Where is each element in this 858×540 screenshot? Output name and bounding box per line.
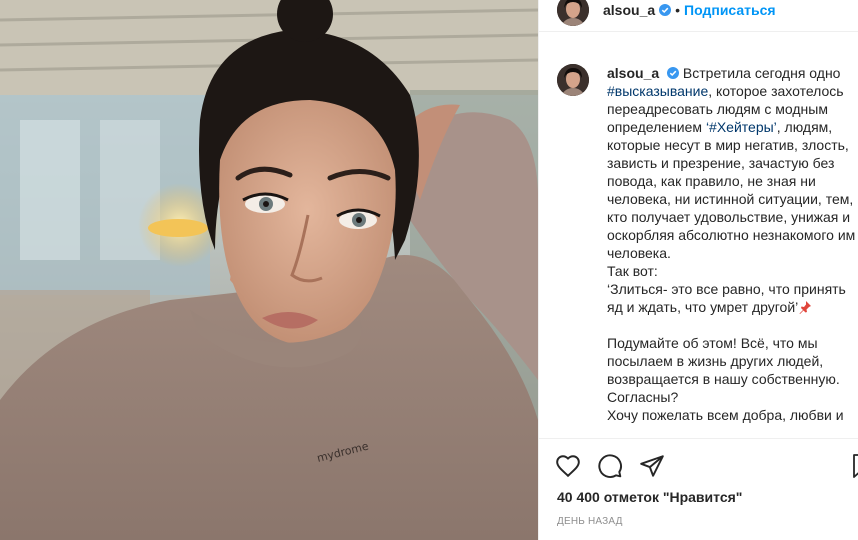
action-icons — [555, 453, 665, 479]
caption-username[interactable]: alsou_a — [607, 65, 659, 81]
post-side-panel: alsou_a • Подписаться alsou_a Встретила … — [538, 0, 858, 540]
instagram-post-view: mydrome alsou_a • Подписаться alsou_a Вс… — [0, 0, 858, 540]
caption-avatar[interactable] — [557, 64, 589, 96]
post-photo[interactable]: mydrome — [0, 0, 538, 540]
post-header: alsou_a • Подписаться — [539, 0, 858, 32]
hashtag-link[interactable]: #высказывание — [607, 83, 708, 99]
selfie-image: mydrome — [0, 0, 538, 540]
bookmark-icon[interactable] — [852, 453, 858, 479]
header-username[interactable]: alsou_a — [603, 2, 655, 18]
caption-line-4: Так вот: — [607, 263, 658, 279]
caption-line-6: Хочу пожелать всем добра, любви и — [607, 407, 844, 423]
send-icon[interactable] — [639, 453, 665, 479]
post-date[interactable]: ДЕНЬ НАЗАД — [557, 516, 623, 527]
verified-badge-icon — [667, 67, 680, 79]
avatar[interactable] — [557, 0, 589, 26]
comment-icon[interactable] — [597, 453, 623, 479]
caption-line-1: Встретила сегодня одно — [682, 65, 841, 81]
follow-button[interactable]: Подписаться — [684, 2, 776, 18]
hashtag-link[interactable]: ‘#Хейтеры’ — [706, 119, 777, 135]
caption-text: alsou_a Встретила сегодня одно #высказыв… — [607, 64, 858, 424]
pushpin-icon — [799, 301, 812, 314]
caption-block: alsou_a Встретила сегодня одно #высказыв… — [557, 64, 858, 424]
verified-badge-icon — [659, 3, 672, 16]
separator-dot: • — [675, 1, 681, 18]
caption-line-5: Подумайте об этом! Всё, что мы посылаем … — [607, 335, 840, 405]
heart-icon[interactable] — [555, 453, 581, 479]
action-bar — [539, 438, 858, 478]
likes-count[interactable]: 40 400 отметок "Нравится" — [557, 489, 742, 505]
caption-line-3: , людям, которые несут в мир негатив, зл… — [607, 119, 856, 261]
